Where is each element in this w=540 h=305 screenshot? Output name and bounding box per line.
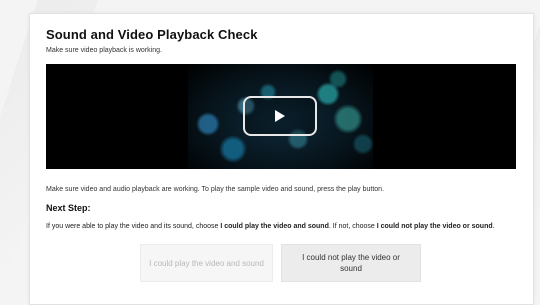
page-subtitle: Make sure video playback is working.	[46, 47, 162, 54]
next-step-text-part: .	[492, 223, 495, 230]
next-step-bold-could: I could play the video and sound	[220, 223, 329, 230]
next-step-bold-could-not: I could not play the video or sound	[376, 223, 493, 230]
next-step-text-part: If you were able to play the video and i…	[46, 223, 221, 230]
next-step-text-part: . If not, choose	[328, 223, 377, 230]
page-title: Sound and Video Playback Check	[46, 27, 258, 42]
play-icon	[275, 110, 285, 122]
next-step-text: If you were able to play the video and i…	[46, 222, 516, 231]
instructions-text: Make sure video and audio playback are w…	[46, 186, 385, 193]
playback-check-card: Sound and Video Playback Check Make sure…	[29, 13, 534, 305]
play-button[interactable]	[243, 96, 317, 136]
could-play-button[interactable]: I could play the video and sound	[140, 244, 273, 282]
video-player[interactable]	[46, 64, 516, 169]
next-step-heading: Next Step:	[46, 203, 91, 213]
could-not-play-button[interactable]: I could not play the video or sound	[281, 244, 421, 282]
